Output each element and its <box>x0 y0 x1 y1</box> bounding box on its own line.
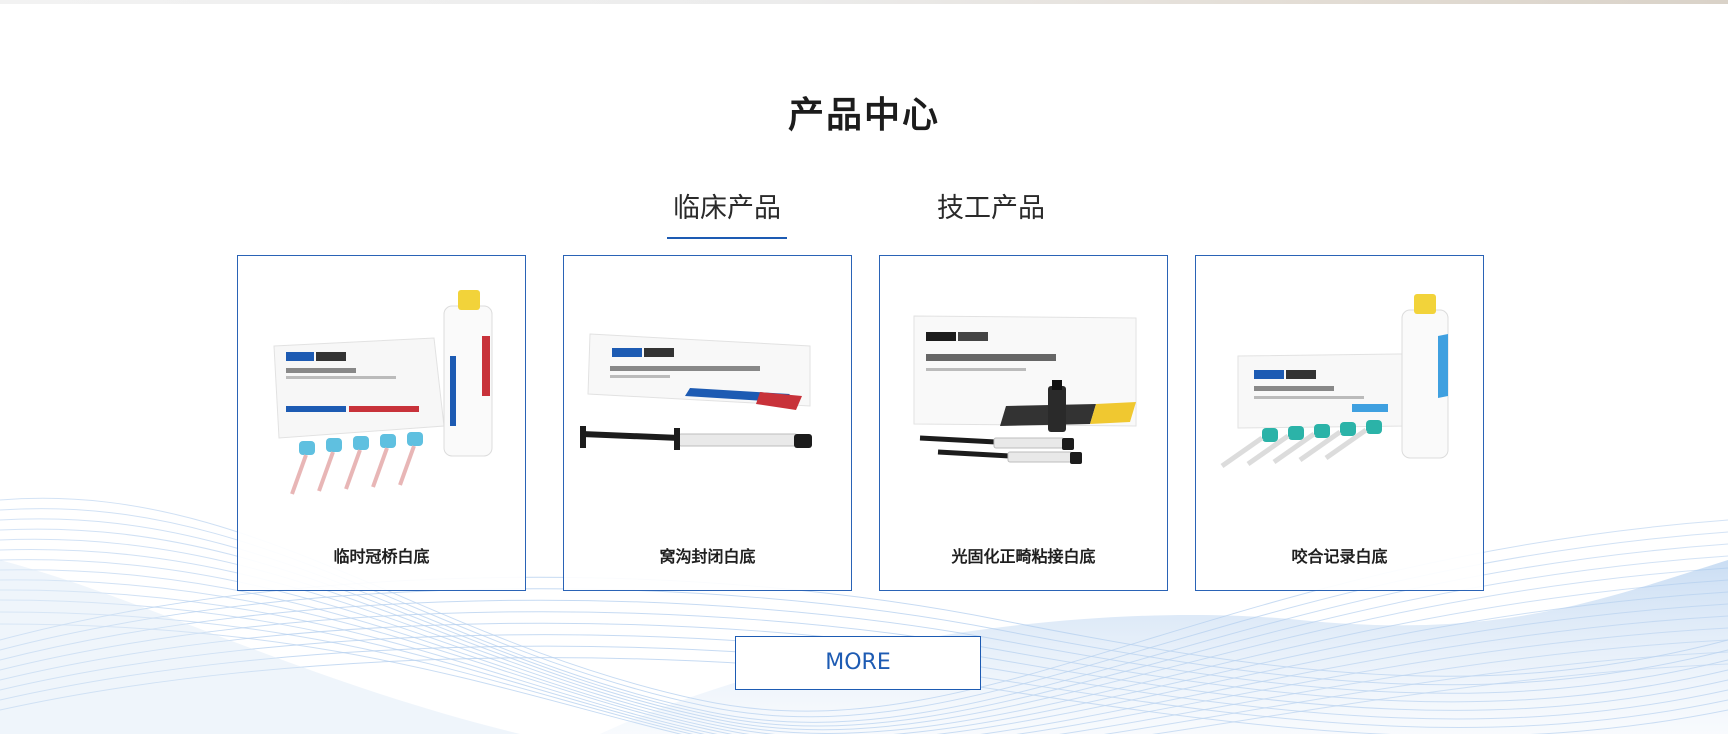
product-card-temporary-crown[interactable]: 临时冠桥白底 <box>237 255 526 591</box>
product-card-orthodontic-adhesive[interactable]: 光固化正畸粘接白底 <box>879 255 1168 591</box>
product-label-temporary-crown: 临时冠桥白底 <box>333 547 430 566</box>
product-image-temporary-crown <box>273 290 493 495</box>
section-title: 产品中心 <box>787 95 940 136</box>
product-label-fissure-sealant: 窝沟封闭白底 <box>659 547 756 566</box>
product-tabs: 临床产品 技工产品 <box>0 186 1728 239</box>
product-grid: 临时冠桥白底 窝沟封闭白底 光固化正畸粘接白底 咬合记录白底 <box>0 255 1728 595</box>
product-image-fissure-sealant <box>580 333 812 450</box>
product-image-bite-registration <box>1220 294 1449 469</box>
product-card-fissure-sealant[interactable]: 窝沟封闭白底 <box>563 255 852 591</box>
product-label-orthodontic-adhesive: 光固化正畸粘接白底 <box>951 547 1096 566</box>
product-label-bite-registration: 咬合记录白底 <box>1291 547 1388 566</box>
product-center-page: 产品中心 临床产品 技工产品 临时冠桥白底 窝沟封闭白底 光固化正畸粘接白底 咬… <box>0 0 1728 734</box>
tab-clinical-products[interactable]: 临床产品 <box>667 186 787 239</box>
product-card-bite-registration[interactable]: 咬合记录白底 <box>1195 255 1484 591</box>
tab-lab-products[interactable]: 技工产品 <box>931 186 1051 237</box>
product-image-orthodontic-adhesive <box>913 315 1137 464</box>
more-button[interactable]: MORE <box>735 636 981 690</box>
